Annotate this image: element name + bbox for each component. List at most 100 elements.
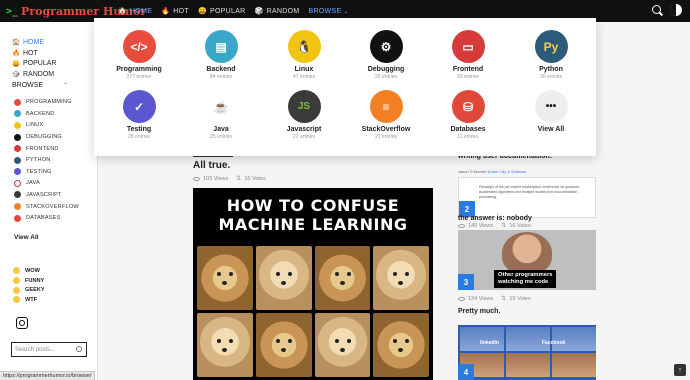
sidebar-item-label: HOME <box>23 38 44 46</box>
side-post-votes: 19 Votes <box>509 295 531 302</box>
browse-item-python[interactable]: Py Python 30 entries <box>511 30 591 80</box>
meme-line-1: HOW TO CONFUSE <box>226 196 400 215</box>
nav-popular-label: POPULAR <box>209 7 246 15</box>
sidebar-category[interactable]: DATABASES <box>14 212 97 224</box>
python-icon: Py <box>534 30 568 63</box>
browse-item-backend[interactable]: ▤ Backend 84 entries <box>181 30 261 80</box>
reaction-wow[interactable]: WOW <box>13 266 97 276</box>
browse-item-label: View All <box>537 126 565 133</box>
muffin-photo <box>314 246 371 310</box>
post-divider <box>193 156 233 157</box>
thumbs-icon: ⇅ <box>501 223 507 229</box>
side-post-views: 134 Views <box>468 295 494 302</box>
top-right-tools <box>651 4 682 17</box>
sidebar-category[interactable]: JAVASCRIPT <box>14 189 97 201</box>
browse-item-testing[interactable]: ✓ Testing 28 entries <box>99 90 179 140</box>
cube-icon: 🎲 <box>12 71 21 79</box>
side-post-links[interactable]: Adam Lilly & Williams <box>488 169 526 174</box>
thumbs-icon: ⇅ <box>236 176 242 182</box>
dark-mode-toggle-icon[interactable] <box>670 4 682 16</box>
nav-browse[interactable]: BROWSE ⌄ <box>309 8 349 15</box>
browse-item-frontend[interactable]: ▭ Frontend 33 entries <box>428 30 508 80</box>
penguin-icon: 🐧 <box>287 30 321 63</box>
sidebar-category[interactable]: STACKOVERFLOW <box>14 201 97 213</box>
side-post-author: Jason D Moeller <box>458 169 487 174</box>
category-label: PROGRAMMING <box>26 99 72 106</box>
home-icon: 🏠 <box>12 39 21 47</box>
smile-icon: 😀 <box>197 8 207 15</box>
java-cup-icon: ☕ <box>204 90 238 123</box>
sidebar-category[interactable]: PROGRAMMING <box>14 96 97 108</box>
search-icon[interactable] <box>651 4 664 17</box>
nav-popular[interactable]: 😀 POPULAR <box>197 7 246 16</box>
search-icon[interactable] <box>76 346 82 352</box>
side-post-image[interactable]: linkedin Facebook 4 <box>458 325 596 380</box>
chevron-down-icon: ⌄ <box>343 8 349 15</box>
meme-panel <box>506 327 550 351</box>
side-post-title[interactable]: the answer is: nobody <box>458 215 532 222</box>
fire-icon: 🔥 <box>12 50 21 58</box>
sidebar-item-home[interactable]: 🏠 HOME <box>12 37 97 48</box>
reaction-geeky[interactable]: GEEKY <box>13 285 97 295</box>
nav-hot[interactable]: 🔥 HOT <box>161 7 189 16</box>
meme-panel <box>552 353 596 377</box>
post-title[interactable]: All true. <box>193 160 230 171</box>
browse-item-debugging[interactable]: ⚙ Debugging 29 entries <box>346 30 426 80</box>
sidebar-category[interactable]: LINUX <box>14 120 97 132</box>
nav-hot-label: HOT <box>173 7 189 15</box>
chihuahua-photo <box>314 313 371 377</box>
post-image[interactable]: HOW TO CONFUSE MACHINE LEARNING <box>193 188 433 380</box>
side-post-image[interactable]: Other programmers watching me code 3 <box>458 230 596 290</box>
reaction-label: WTF <box>25 296 38 303</box>
sidebar-view-all-link[interactable]: View All <box>0 224 97 241</box>
sidebar-item-label: BROWSE <box>12 81 44 89</box>
nav-home-label: HOME <box>130 7 153 15</box>
instagram-icon[interactable] <box>16 317 28 329</box>
browse-item-view-all[interactable]: ••• View All <box>511 90 591 133</box>
nav-random[interactable]: 🎲 RANDOM <box>255 7 300 16</box>
browse-item-programming[interactable]: </> Programming 277 entries <box>99 30 179 80</box>
sidebar-category[interactable]: BACKEND <box>14 108 97 120</box>
side-post-views: 140 Views <box>468 222 494 229</box>
category-label: FRONTEND <box>26 145 59 152</box>
reaction-label: GEEKY <box>25 287 45 294</box>
side-post-title[interactable]: Pretty much. <box>458 308 500 315</box>
sidebar-item-random[interactable]: 🎲 RANDOM <box>12 69 97 80</box>
geeky-emoji-icon <box>13 286 20 294</box>
browse-item-javascript[interactable]: JS Javascript 22 entries <box>264 90 344 140</box>
chihuahua-photo <box>373 246 429 310</box>
side-post-image[interactable]: Paradigm of the job market marketplace c… <box>458 177 596 218</box>
sidebar: 🏠 HOME 🔥 HOT 😀 POPULAR 🎲 RANDOM BROWSE ⌃… <box>0 22 98 380</box>
sidebar-item-popular[interactable]: 😀 POPULAR <box>12 58 97 69</box>
meme-line-2: MACHINE LEARNING <box>218 215 408 234</box>
browse-item-java[interactable]: ☕ Java 25 entries <box>181 90 261 140</box>
browse-item-stackoverflow[interactable]: ≡ StackOverflow 21 entries <box>346 90 426 140</box>
browse-item-label: Testing <box>126 126 152 133</box>
meme-panel <box>552 327 596 351</box>
sidebar-item-hot[interactable]: 🔥 HOT <box>12 48 97 59</box>
reaction-funny[interactable]: FUNNY <box>13 276 97 286</box>
browse-item-label: Java <box>213 126 229 133</box>
browse-item-linux[interactable]: 🐧 Linux 47 entries <box>264 30 344 80</box>
browse-item-count: 29 entries <box>375 74 397 80</box>
sidebar-search-input[interactable]: Search posts... <box>11 342 87 357</box>
sidebar-item-browse[interactable]: BROWSE ⌃ <box>12 80 97 91</box>
sidebar-category[interactable]: FRONTEND <box>14 143 97 155</box>
scroll-to-top-button[interactable]: ↑ <box>674 364 686 376</box>
sidebar-category[interactable]: DEBUGGING <box>14 131 97 143</box>
browse-item-databases[interactable]: ⛁ Databases 11 entries <box>428 90 508 140</box>
wtf-emoji-icon <box>13 296 20 304</box>
stackoverflow-icon: ≡ <box>369 90 403 123</box>
post-votes: 16 Votes <box>244 175 266 182</box>
sidebar-category[interactable]: PYTHON <box>14 154 97 166</box>
reaction-wtf[interactable]: WTF <box>13 295 97 305</box>
sidebar-category[interactable]: TESTING <box>14 166 97 178</box>
chihuahua-photo <box>255 246 312 310</box>
site-logo[interactable]: >_ Programmer Humor <box>0 5 146 18</box>
browse-item-count: 84 entries <box>210 74 232 80</box>
check-badge-icon: ✓ <box>122 90 156 123</box>
person-photo <box>502 232 552 274</box>
nav-home[interactable]: 🏠 HOME <box>118 7 153 16</box>
testing-icon <box>14 168 21 176</box>
sidebar-category[interactable]: JAVA <box>14 178 97 190</box>
